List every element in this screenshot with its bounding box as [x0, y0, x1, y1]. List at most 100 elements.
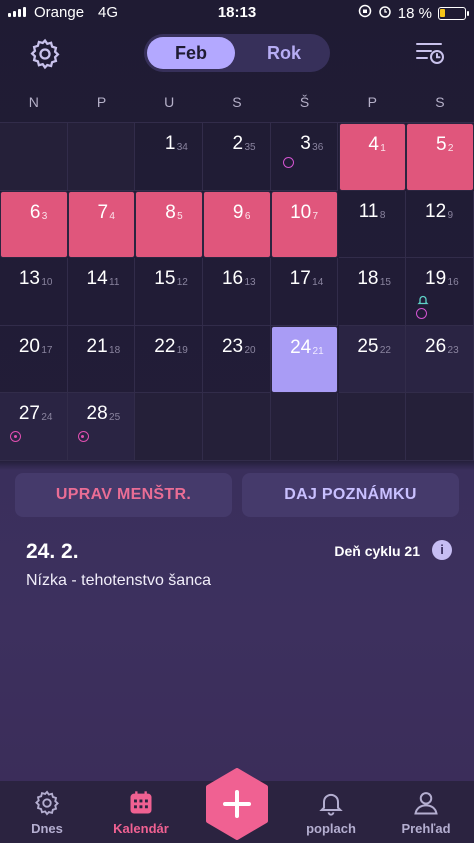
- info-icon[interactable]: i: [432, 540, 452, 560]
- calendar-day[interactable]: 12 9: [406, 190, 474, 259]
- day-number: 23: [221, 335, 244, 357]
- day-number: 19: [425, 268, 447, 290]
- day-number: 7: [97, 201, 109, 223]
- cycle-day: 10: [41, 277, 53, 289]
- calendar-icon: [130, 791, 152, 814]
- cycle-day: 11: [109, 277, 120, 289]
- cycle-day: 13: [244, 277, 256, 289]
- cycle-day: 19: [176, 344, 188, 356]
- cycle-day: 4: [109, 210, 115, 222]
- calendar-day[interactable]: 25 22: [338, 325, 407, 394]
- cycle-day: 24: [41, 412, 53, 424]
- cycle-day: 25: [109, 412, 121, 424]
- calendar-day[interactable]: 22 19: [135, 325, 204, 394]
- day-number: 10: [290, 201, 312, 223]
- cycle-day: 6: [244, 210, 251, 222]
- tab-calendar[interactable]: Kalendár: [101, 789, 181, 836]
- calendar-day[interactable]: 21 18: [67, 325, 136, 394]
- calendar-day[interactable]: 20 17: [0, 325, 68, 394]
- cycle-day: 36: [312, 142, 324, 153]
- day-number: 21: [86, 335, 108, 357]
- edit-period-button[interactable]: UPRAV MENŠTR.: [15, 473, 232, 517]
- tab-label: Prehľad: [401, 821, 451, 836]
- calendar-day[interactable]: 26 23: [406, 325, 474, 394]
- tab-alarm[interactable]: poplach: [291, 789, 371, 836]
- calendar-day[interactable]: 19 16: [406, 258, 474, 326]
- cycle-day: 22: [379, 344, 391, 356]
- tab-label: Kalendár: [113, 821, 169, 836]
- calendar-day[interactable]: 16 13: [203, 258, 271, 326]
- tab-overview[interactable]: Prehľad: [386, 789, 466, 836]
- cycle-day: 8: [379, 209, 386, 221]
- cycle-day: 7: [312, 210, 319, 222]
- calendar-day[interactable]: 14 11: [67, 258, 136, 326]
- weekday-label: P: [96, 94, 107, 110]
- day-number: 12: [425, 200, 447, 222]
- bell-icon: [319, 793, 343, 816]
- weekday-label: N: [28, 94, 39, 110]
- calendar-day[interactable]: 3 36: [270, 123, 339, 191]
- add-entry-button[interactable]: [205, 768, 269, 840]
- cycle-day: 34: [176, 142, 188, 153]
- day-number: 11: [358, 200, 379, 222]
- tab-label: poplach: [306, 821, 356, 836]
- calendar-day[interactable]: 13 10: [0, 258, 68, 326]
- calendar-grid: 1 34 2 35 3 36 41 52 63 74 85 96 10 7 11 8 12…: [0, 122, 474, 461]
- calendar-day[interactable]: 27 24: [0, 393, 68, 461]
- day-number: 3: [300, 133, 311, 154]
- calendar-day[interactable]: 15 12: [135, 258, 204, 326]
- calendar-day-period[interactable]: 96: [203, 190, 271, 259]
- calendar-day[interactable]: 17 14: [270, 258, 339, 326]
- battery-icon: [438, 6, 469, 20]
- day-number: 18: [357, 268, 379, 290]
- calendar-day[interactable]: 11 8: [338, 190, 407, 259]
- calendar-day-period[interactable]: 63: [0, 190, 68, 259]
- day-number: 24: [290, 336, 312, 358]
- day-number: 22: [154, 335, 176, 357]
- calendar-day[interactable]: 18 15: [338, 258, 407, 326]
- day-number: 25: [357, 335, 379, 357]
- calendar-day-period[interactable]: 41: [338, 123, 407, 191]
- day-number: 16: [221, 268, 244, 290]
- calendar-day-selected[interactable]: 24 21: [270, 325, 339, 394]
- tab-today[interactable]: Dnes: [7, 789, 87, 836]
- day-number: 27: [18, 403, 40, 425]
- cycle-day: 2: [447, 143, 454, 154]
- calendar-day-period[interactable]: 52: [406, 123, 474, 191]
- weekday-label: U: [164, 94, 175, 110]
- cycle-day: 3: [41, 210, 48, 222]
- cycle-day: 20: [244, 344, 256, 356]
- day-number: 2: [232, 133, 244, 154]
- plus-icon: [206, 768, 268, 840]
- day-number: 17: [289, 268, 311, 290]
- cycle-day: 17: [41, 344, 53, 356]
- calendar-empty-cell: [67, 123, 136, 191]
- calendar-empty-cell: [338, 393, 407, 461]
- ovulation-dot-icon: [10, 431, 21, 443]
- calendar-day[interactable]: 2 35: [203, 123, 271, 191]
- day-number: 20: [18, 335, 40, 357]
- orientation-lock-icon: [358, 4, 372, 22]
- calendar-day-period[interactable]: 85: [135, 190, 204, 259]
- cycle-day: 15: [379, 277, 391, 289]
- calendar-day[interactable]: 23 20: [203, 325, 271, 394]
- mood-smiley-icon: [416, 308, 428, 320]
- day-number: 5: [436, 134, 447, 155]
- calendar-empty-cell: [203, 393, 271, 461]
- add-note-button[interactable]: DAJ POZNÁMKU: [242, 473, 459, 517]
- calendar-day-period[interactable]: 74: [67, 190, 136, 259]
- calendar-day-period[interactable]: 10 7: [270, 190, 339, 259]
- gear-icon: [35, 790, 59, 816]
- fertility-text: Nízka - tehotenstvo šanca: [26, 572, 211, 589]
- gear-icon[interactable]: [28, 37, 62, 76]
- cycle-day: 21: [312, 345, 324, 357]
- filter-clock-icon[interactable]: [414, 40, 446, 71]
- status-bar: Orange 4G 18:13 18 %: [0, 0, 474, 26]
- tab-year[interactable]: Rok: [240, 37, 328, 69]
- cycle-day: 23: [447, 344, 459, 356]
- cycle-day: 35: [244, 142, 256, 153]
- calendar-day[interactable]: 28 25: [67, 393, 136, 461]
- calendar-day[interactable]: 1 34: [135, 123, 204, 191]
- day-number: 1: [164, 133, 176, 154]
- tab-month[interactable]: Feb: [147, 37, 235, 69]
